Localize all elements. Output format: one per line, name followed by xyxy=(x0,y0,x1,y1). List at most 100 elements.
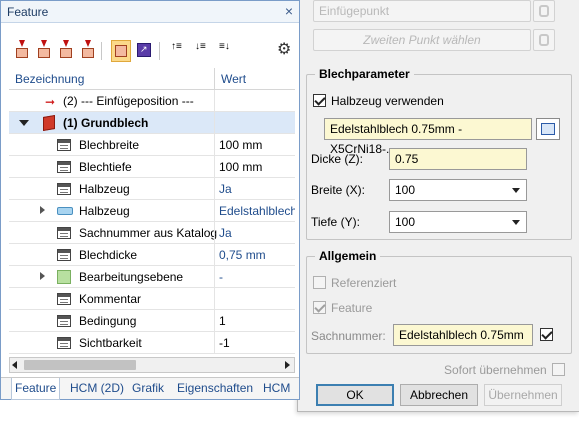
feature-dialog: Einfügepunkt Zweiten Punkt wählen Blechp… xyxy=(297,0,579,412)
table-row[interactable]: Sachnummer aus Katalog Ja xyxy=(9,222,295,244)
active-feature-button[interactable] xyxy=(111,40,131,62)
table-row[interactable]: Bearbeitungsebene - xyxy=(9,266,295,288)
tiefe-combo[interactable]: 100 xyxy=(389,211,527,233)
breite-value: 100 xyxy=(395,183,416,197)
horizontal-scrollbar[interactable] xyxy=(9,357,295,373)
feature-label: Feature xyxy=(331,301,373,315)
header-bezeichnung[interactable]: Bezeichnung xyxy=(15,72,84,86)
referenziert-checkbox[interactable] xyxy=(313,276,326,289)
column-separator xyxy=(214,112,215,134)
column-separator xyxy=(214,332,215,354)
tab-feature[interactable]: Feature xyxy=(11,378,61,400)
row-name: (1) Grundblech xyxy=(63,116,149,130)
halbzeug-field[interactable]: Edelstahlblech 0.75mm - X5CrNi18-... xyxy=(324,118,532,156)
insert-before-icon[interactable] xyxy=(13,40,31,60)
table-row[interactable]: Kommentar xyxy=(9,288,295,310)
sachnummer-checkbox[interactable] xyxy=(540,328,553,341)
scroll-right-icon[interactable] xyxy=(285,361,290,369)
table-row[interactable]: Blechdicke 0,75 mm xyxy=(9,244,295,266)
column-separator xyxy=(214,222,215,244)
row-value[interactable]: -1 xyxy=(219,336,295,350)
halbzeug-verwenden-label: Halbzeug verwenden xyxy=(331,94,444,108)
sofort-label: Sofort übernehmen xyxy=(444,363,547,377)
second-point-pick-icon[interactable] xyxy=(533,29,555,51)
tab-eigenschaften[interactable]: Eigenschaften xyxy=(177,381,253,395)
tab-grafik[interactable]: Grafik xyxy=(132,381,164,395)
einfuegepunkt-button[interactable]: Einfügepunkt xyxy=(313,0,531,22)
expand-icon[interactable] xyxy=(40,206,45,214)
blechparameter-title: Blechparameter xyxy=(315,67,414,81)
uebernehmen-button[interactable]: Übernehmen xyxy=(484,384,562,406)
panel-title: Feature xyxy=(7,5,49,19)
row-name: Bearbeitungsebene xyxy=(79,270,184,284)
column-separator xyxy=(214,310,215,332)
close-icon[interactable]: × xyxy=(285,3,293,19)
row-name: Kommentar xyxy=(79,292,142,306)
chevron-down-icon xyxy=(512,188,520,193)
column-separator xyxy=(214,90,215,112)
scroll-left-icon[interactable] xyxy=(12,361,17,369)
plane-icon xyxy=(57,270,71,284)
header-wert[interactable]: Wert xyxy=(221,72,246,86)
sort-list-icon[interactable]: ≡↓ xyxy=(219,40,237,60)
sort-desc-icon[interactable]: ↓≡ xyxy=(195,40,213,60)
row-name: Halbzeug xyxy=(79,204,130,218)
arrow-right-icon: ➞ xyxy=(45,95,56,109)
insert-after-icon[interactable] xyxy=(35,40,53,60)
recalculate-icon[interactable]: ↗ xyxy=(135,40,153,60)
row-value[interactable]: 0,75 mm xyxy=(219,248,295,262)
row-name: Blechdicke xyxy=(79,248,138,262)
table-row[interactable]: Halbzeug Edelstahlblech xyxy=(9,200,295,222)
insert-into-icon[interactable] xyxy=(57,40,75,60)
sachnummer-field[interactable]: Edelstahlblech 0.75mm xyxy=(393,324,533,346)
abbrechen-button[interactable]: Abbrechen xyxy=(400,384,478,406)
halbzeug-verwenden-checkbox[interactable] xyxy=(313,94,326,107)
zweiten-punkt-button[interactable]: Zweiten Punkt wählen xyxy=(313,29,531,51)
column-separator xyxy=(214,244,215,266)
parameter-icon xyxy=(57,337,71,349)
row-value[interactable]: 100 mm xyxy=(219,138,295,152)
expand-icon[interactable] xyxy=(40,272,45,280)
sort-asc-icon[interactable]: ↑≡ xyxy=(171,40,189,60)
dicke-label: Dicke (Z): xyxy=(311,152,363,166)
tiefe-label: Tiefe (Y): xyxy=(311,215,360,229)
row-value[interactable]: 100 mm xyxy=(219,160,295,174)
column-separator xyxy=(214,200,215,222)
table-row[interactable]: ➞ (2) --- Einfügeposition --- xyxy=(9,90,295,112)
parameter-icon xyxy=(57,249,71,261)
collapse-icon[interactable] xyxy=(19,120,29,126)
catalog-icon xyxy=(541,123,555,135)
table-row[interactable]: Blechtiefe 100 mm xyxy=(9,156,295,178)
row-name: Blechtiefe xyxy=(79,160,132,174)
tab-hcm-2d[interactable]: HCM (2D) xyxy=(70,381,124,395)
breite-combo[interactable]: 100 xyxy=(389,179,527,201)
toolbar-separator xyxy=(101,42,102,60)
ok-button[interactable]: OK xyxy=(316,384,394,406)
row-name: Blechbreite xyxy=(79,138,140,152)
semi-finished-icon xyxy=(57,207,73,215)
chevron-down-icon xyxy=(512,220,520,225)
row-value[interactable]: Ja xyxy=(219,182,295,196)
table-row[interactable]: (1) Grundblech xyxy=(9,112,295,134)
row-value[interactable]: 1 xyxy=(219,314,295,328)
table-row[interactable]: Halbzeug Ja xyxy=(9,178,295,200)
table-row[interactable]: Blechbreite 100 mm xyxy=(9,134,295,156)
scroll-thumb[interactable] xyxy=(24,360,136,370)
row-value[interactable]: Ja xyxy=(219,226,295,240)
dicke-field[interactable]: 0.75 xyxy=(389,148,527,170)
row-value[interactable]: Edelstahlblech xyxy=(219,204,295,218)
row-value[interactable]: - xyxy=(219,270,295,284)
column-separator xyxy=(214,178,215,200)
sofort-checkbox[interactable] xyxy=(552,363,565,376)
panel-titlebar: Feature × xyxy=(1,1,299,23)
tab-hcm[interactable]: HCM xyxy=(263,381,290,395)
parameter-icon xyxy=(57,293,71,305)
insert-child-icon[interactable] xyxy=(79,40,97,60)
panel-tabs: Feature HCM (2D) Grafik Eigenschaften HC… xyxy=(1,377,299,400)
feature-checkbox[interactable] xyxy=(313,301,326,314)
table-row[interactable]: Bedingung 1 xyxy=(9,310,295,332)
point-pick-icon[interactable] xyxy=(533,0,555,22)
catalog-button[interactable] xyxy=(536,118,560,140)
gear-icon[interactable]: ⚙ xyxy=(277,40,295,60)
table-row[interactable]: Sichtbarkeit -1 xyxy=(9,332,295,354)
